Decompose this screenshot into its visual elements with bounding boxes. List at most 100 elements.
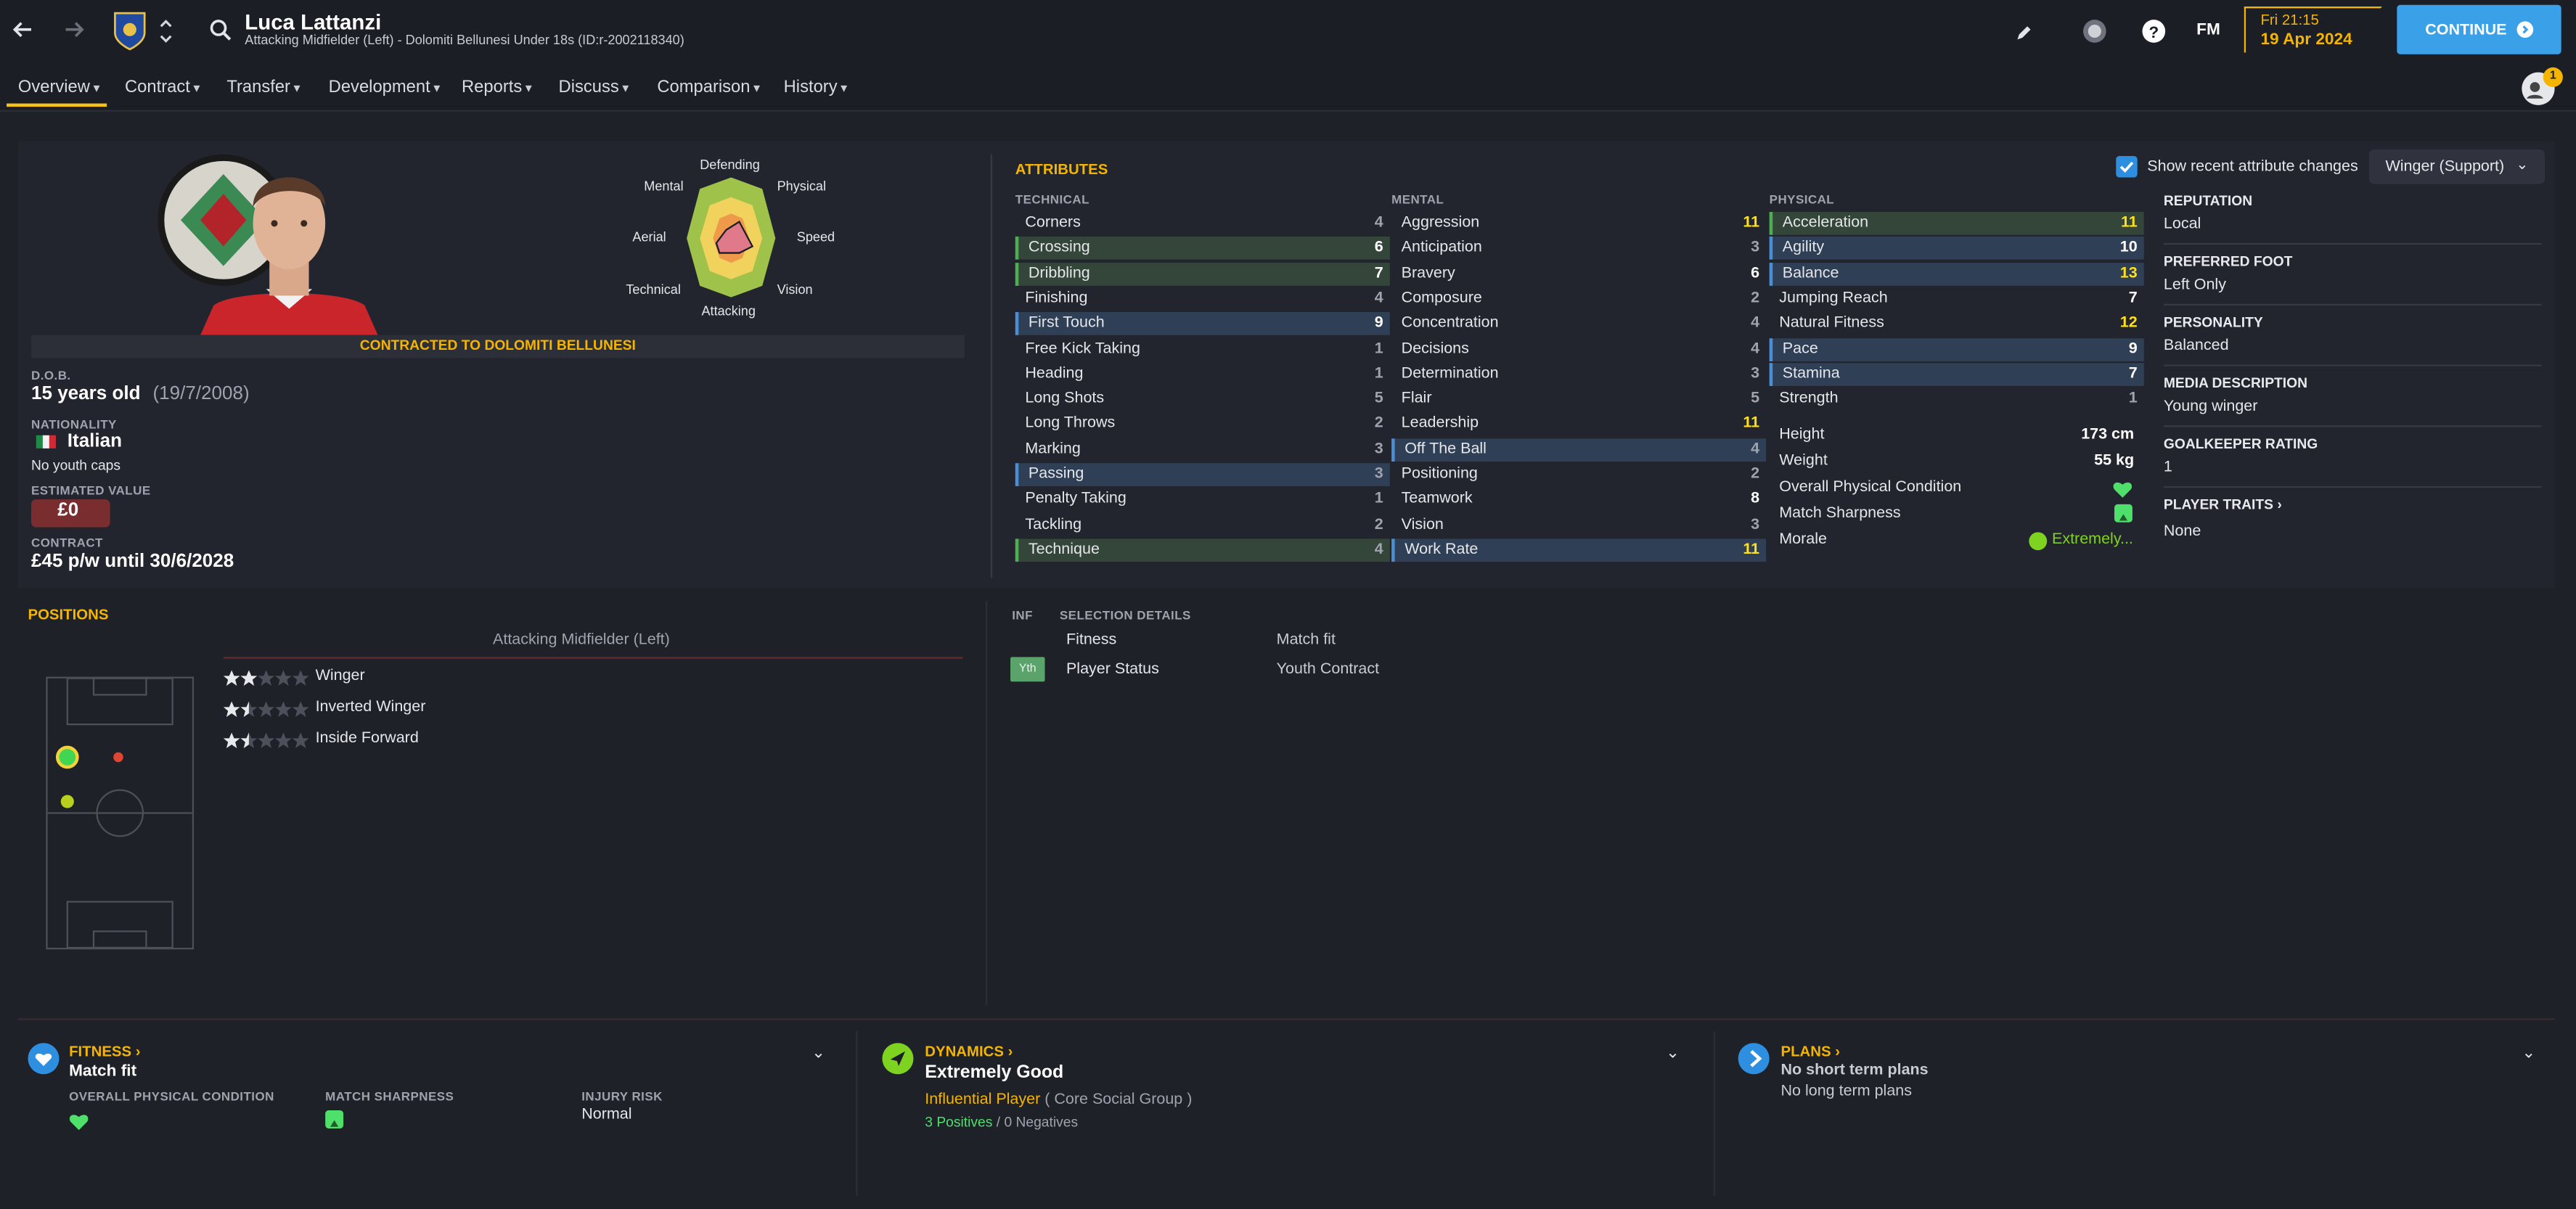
tab-history[interactable]: History ▾ [784,77,848,97]
mental-attribute-row[interactable]: Work Rate 11 [1391,538,1767,562]
search-icon[interactable] [208,18,232,41]
technical-attribute-row[interactable]: Tackling 2 [1015,514,1390,537]
role-row[interactable]: Winger [223,666,552,690]
physical-attribute-row[interactable]: Jumping Reach 7 [1770,287,2144,311]
role-name: Inverted Winger [315,697,426,716]
mental-attribute-row[interactable]: Off The Ball 4 [1391,438,1767,462]
technical-attribute-row[interactable]: Passing 3 [1015,463,1390,486]
player-traits-link[interactable]: PLAYER TRAITS › [2164,496,2282,513]
mental-attribute-row[interactable]: Aggression 11 [1391,212,1766,235]
technical-attribute-value: 1 [1374,339,1383,358]
edit-pencil-icon[interactable] [2014,21,2034,41]
technical-attribute-value: 4 [1374,540,1383,559]
mental-attribute-row[interactable]: Positioning 2 [1391,463,1766,486]
inf-header: INF [1012,607,1033,623]
show-changes-label[interactable]: Show recent attribute changes [2147,157,2358,176]
technical-attribute-row[interactable]: Long Shots 5 [1015,388,1390,411]
physical-attribute-value: 7 [2128,289,2138,308]
physical-attribute-name: Stamina [1782,364,1840,382]
continue-button[interactable]: CONTINUE [2397,4,2561,54]
role-row[interactable]: Inverted Winger [223,697,552,721]
back-arrow-icon[interactable] [10,17,36,43]
world-icon[interactable] [2082,18,2108,44]
mental-attribute-row[interactable]: Determination 3 [1391,363,1766,386]
technical-attribute-row[interactable]: Corners 4 [1015,212,1390,235]
preferred-foot-value: Left Only [2163,276,2226,295]
physical-attribute-row[interactable]: Acceleration 11 [1769,211,2144,235]
physical-attribute-row[interactable]: Natural Fitness 12 [1770,312,2144,335]
mental-attribute-row[interactable]: Teamwork 8 [1391,488,1766,512]
side-divider [2163,485,2542,488]
fitness-card-toggle-icon[interactable]: ⌄ [811,1045,825,1063]
show-changes-checkbox[interactable] [2116,156,2138,178]
mental-attribute-name: Decisions [1401,339,1469,358]
tab-contract[interactable]: Contract ▾ [125,77,200,97]
technical-attribute-row[interactable]: Marking 3 [1015,438,1390,462]
mental-attribute-row[interactable]: Leadership 11 [1391,413,1766,436]
positives-negatives-line: 3 Positives / 0 Negatives [925,1114,1078,1131]
club-switch-chevrons-icon[interactable] [158,17,174,46]
tab-transfer[interactable]: Transfer ▾ [226,77,300,97]
physical-attribute-row[interactable]: Agility 10 [1769,237,2144,261]
help-icon[interactable]: ? [2140,18,2167,44]
technical-attribute-row[interactable]: Free Kick Taking 1 [1015,337,1390,361]
mental-attribute-value: 11 [1743,540,1760,559]
mental-attribute-row[interactable]: Vision 3 [1391,514,1766,537]
selection-details-header: SELECTION DETAILS [1059,607,1191,623]
mental-attribute-row[interactable]: Bravery 6 [1391,262,1766,285]
dynamics-card-link[interactable]: DYNAMICS › [925,1043,1013,1060]
technical-attribute-name: Free Kick Taking [1025,339,1140,358]
side-divider [2163,425,2542,427]
nationality-label: NATIONALITY [31,417,117,433]
technical-attribute-row[interactable]: Finishing 4 [1015,287,1390,311]
tab-comparison[interactable]: Comparison ▾ [657,77,760,97]
mental-attribute-row[interactable]: Decisions 4 [1391,337,1766,361]
radar-label-attacking: Attacking [701,303,756,319]
mental-attribute-row[interactable]: Flair 5 [1391,388,1766,411]
chevron-down-icon: ▾ [433,80,441,96]
tab-discuss[interactable]: Discuss ▾ [559,77,629,97]
mental-attribute-row[interactable]: Composure 2 [1391,287,1766,311]
morale-value: Extremely... [2051,530,2133,549]
nationality-value: Italian [67,432,123,452]
technical-attribute-name: Long Shots [1025,389,1105,408]
mental-attribute-row[interactable]: Concentration 4 [1391,312,1766,335]
physical-attribute-row[interactable]: Balance 13 [1769,262,2144,285]
dynamics-card-toggle-icon[interactable]: ⌄ [1666,1045,1680,1063]
technical-attribute-row[interactable]: Technique 4 [1015,538,1390,562]
social-group: ( Core Social Group ) [1044,1090,1193,1109]
technical-attribute-row[interactable]: Heading 1 [1015,363,1390,386]
technical-attribute-row[interactable]: Dribbling 7 [1015,262,1390,285]
positives-link[interactable]: 3 Positives [925,1114,992,1131]
radar-label-physical: Physical [777,179,827,194]
player-traits-value: None [2163,522,2201,541]
physical-attribute-row[interactable]: Strength 1 [1770,388,2144,411]
fm-menu-button[interactable]: FM [2196,21,2220,39]
tab-reports[interactable]: Reports ▾ [462,77,532,97]
role-row[interactable]: Inside Forward [223,729,552,753]
cards-divider-top [17,1018,2555,1020]
physical-attribute-row[interactable]: Pace 9 [1769,337,2144,361]
plans-card-toggle-icon[interactable]: ⌄ [2522,1045,2535,1063]
role-select[interactable]: Winger (Support) ⌄ [2368,149,2546,184]
physical-attribute-row[interactable]: Stamina 7 [1769,362,2144,386]
tab-development[interactable]: Development ▾ [329,77,441,97]
technical-attribute-row[interactable]: First Touch 9 [1015,312,1390,336]
mental-attribute-name: Aggression [1401,213,1480,232]
mental-attribute-row[interactable]: Anticipation 3 [1391,237,1766,261]
card-sharpness-icon [325,1110,344,1128]
tab-overview[interactable]: Overview ▾ [18,77,100,97]
card-opc-label: OVERALL PHYSICAL CONDITION [69,1089,274,1105]
plans-card-link[interactable]: PLANS › [1781,1043,1841,1060]
technical-attribute-row[interactable]: Crossing 6 [1015,237,1390,261]
fitness-card-link[interactable]: FITNESS › [69,1043,141,1060]
cards-divider [856,1031,858,1196]
forward-arrow-icon[interactable] [61,17,87,43]
negatives-link[interactable]: 0 Negatives [1004,1114,1078,1131]
role-name: Winger [315,666,365,685]
technical-attribute-name: Penalty Taking [1025,490,1127,509]
club-badge-icon[interactable] [112,10,148,53]
technical-attribute-row[interactable]: Long Throws 2 [1015,413,1390,436]
media-description-value: Young winger [2163,397,2258,416]
technical-attribute-row[interactable]: Penalty Taking 1 [1015,488,1390,512]
